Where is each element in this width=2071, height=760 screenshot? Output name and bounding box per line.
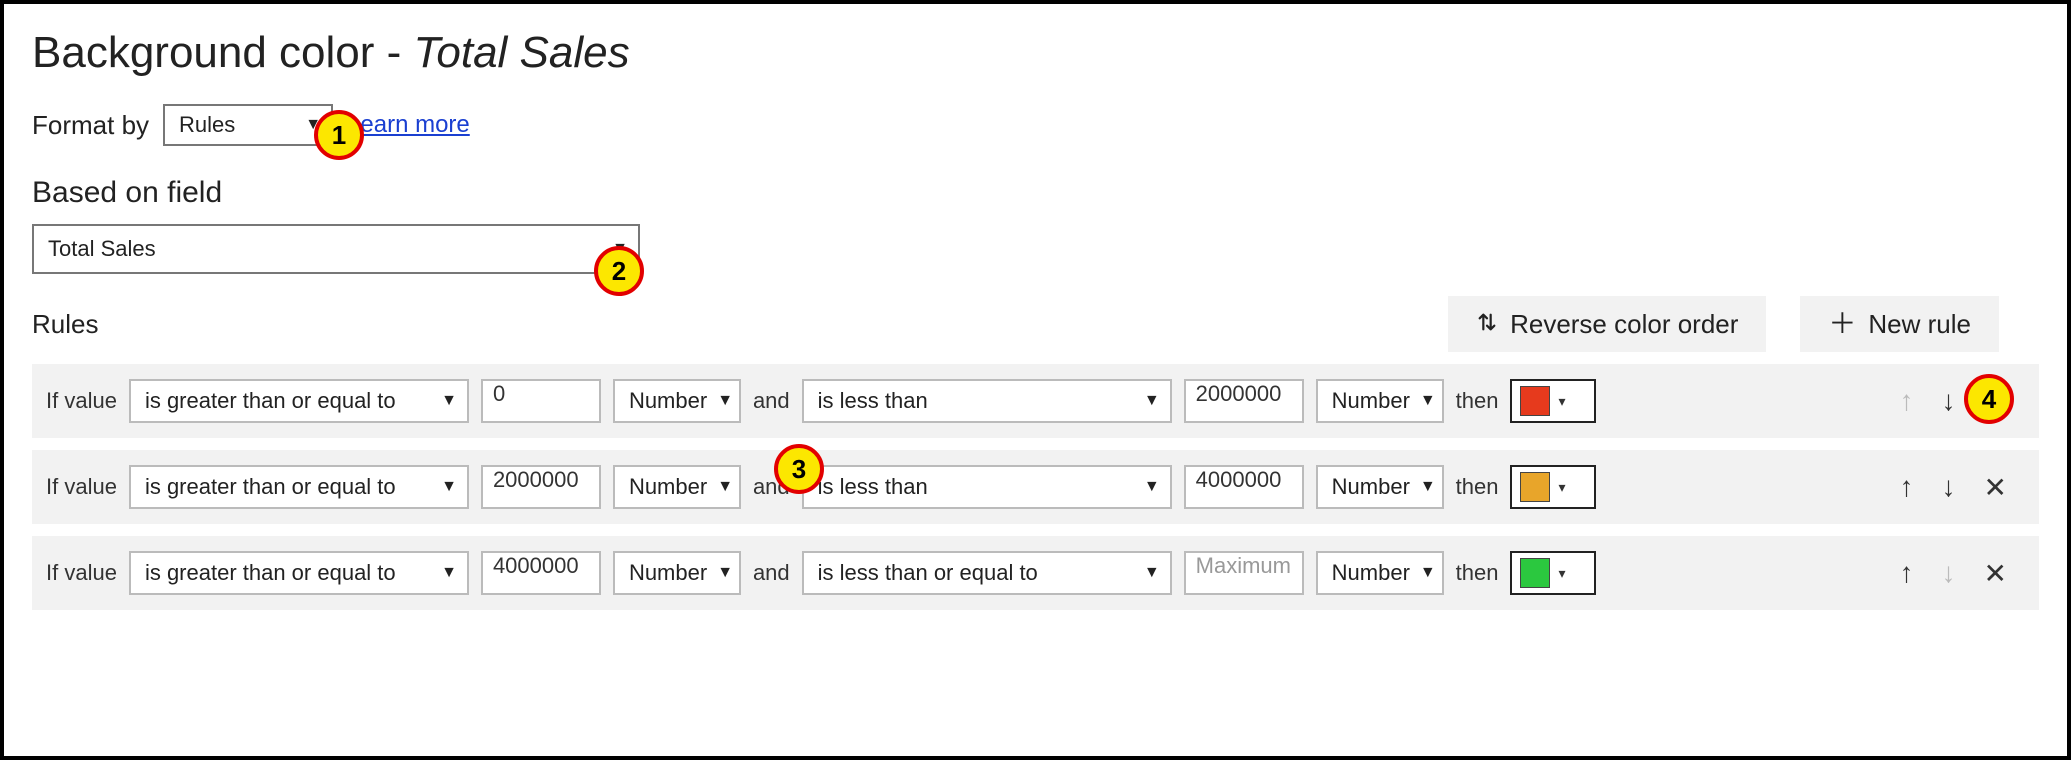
color-swatch — [1520, 472, 1550, 502]
callout-2: 2 — [594, 246, 644, 296]
page-title: Background color - Total Sales — [32, 28, 2039, 78]
based-on-field-value: Total Sales — [48, 236, 156, 262]
action-buttons: Reverse color order ＋ New rule — [1448, 296, 2039, 352]
color-picker[interactable]: ▾ — [1510, 551, 1596, 595]
type-1-select[interactable]: Number▼ — [613, 379, 741, 423]
chevron-down-icon: ▾ — [1558, 393, 1565, 410]
and-label: and — [753, 560, 790, 586]
if-value-label: If value — [46, 474, 117, 500]
chevron-down-icon: ▼ — [1420, 564, 1436, 582]
rule-row: If value is greater than or equal to▼ 0 … — [32, 364, 2039, 438]
move-up-icon: ↑ — [1900, 385, 1914, 417]
if-value-label: If value — [46, 560, 117, 586]
chevron-down-icon: ▼ — [1144, 478, 1160, 496]
based-on-field-select[interactable]: Total Sales ▼ — [32, 224, 640, 274]
if-value-label: If value — [46, 388, 117, 414]
callout-4: 4 — [1964, 374, 2014, 424]
move-down-icon[interactable]: ↓ — [1942, 471, 1956, 503]
chevron-down-icon: ▾ — [1558, 565, 1565, 582]
value-1-input[interactable]: 4000000 — [481, 551, 601, 595]
chevron-down-icon: ▼ — [717, 392, 733, 410]
format-by-label: Format by — [32, 110, 149, 141]
title-field: Total Sales — [414, 28, 630, 77]
value-1-input[interactable]: 2000000 — [481, 465, 601, 509]
then-label: then — [1456, 474, 1499, 500]
move-up-icon[interactable]: ↑ — [1900, 557, 1914, 589]
chevron-down-icon: ▼ — [1144, 392, 1160, 410]
then-label: then — [1456, 388, 1499, 414]
operator-2-select[interactable]: is less than or equal to▼ — [802, 551, 1172, 595]
type-1-select[interactable]: Number▼ — [613, 465, 741, 509]
move-down-icon[interactable]: ↓ — [1942, 385, 1956, 417]
chevron-down-icon: ▾ — [1558, 479, 1565, 496]
based-on-field-heading: Based on field — [32, 176, 2039, 210]
rules-label: Rules — [32, 309, 98, 340]
learn-more-link[interactable]: Learn more — [347, 111, 470, 139]
move-up-icon[interactable]: ↑ — [1900, 471, 1914, 503]
color-picker[interactable]: ▾ — [1510, 379, 1596, 423]
rule-actions: ↑ ↓ ✕ — [1900, 557, 2025, 590]
type-1-select[interactable]: Number▼ — [613, 551, 741, 595]
dialog-frame: Background color - Total Sales Format by… — [0, 0, 2071, 760]
close-icon[interactable]: ✕ — [1984, 471, 2007, 504]
chevron-down-icon: ▼ — [441, 392, 457, 410]
rules-container: If value is greater than or equal to▼ 0 … — [32, 364, 2039, 610]
callout-1: 1 — [314, 110, 364, 160]
operator-1-select[interactable]: is greater than or equal to▼ — [129, 551, 469, 595]
new-rule-button[interactable]: ＋ New rule — [1800, 296, 1999, 352]
rule-row: If value is greater than or equal to▼ 20… — [32, 450, 2039, 524]
rule-row: If value is greater than or equal to▼ 40… — [32, 536, 2039, 610]
color-swatch — [1520, 558, 1550, 588]
then-label: then — [1456, 560, 1499, 586]
callout-3: 3 — [774, 444, 824, 494]
move-down-icon: ↓ — [1942, 557, 1956, 589]
operator-1-select[interactable]: is greater than or equal to▼ — [129, 379, 469, 423]
value-1-input[interactable]: 0 — [481, 379, 601, 423]
plus-icon: ＋ — [1828, 310, 1856, 338]
type-2-select[interactable]: Number▼ — [1316, 379, 1444, 423]
rule-actions: ↑ ↓ ✕ — [1900, 471, 2025, 504]
chevron-down-icon: ▼ — [717, 564, 733, 582]
swap-icon — [1476, 309, 1498, 340]
operator-1-select[interactable]: is greater than or equal to▼ — [129, 465, 469, 509]
and-label: and — [753, 388, 790, 414]
chevron-down-icon: ▼ — [441, 478, 457, 496]
type-2-select[interactable]: Number▼ — [1316, 551, 1444, 595]
chevron-down-icon: ▼ — [717, 478, 733, 496]
reverse-color-order-button[interactable]: Reverse color order — [1448, 296, 1766, 352]
chevron-down-icon: ▼ — [441, 564, 457, 582]
color-picker[interactable]: ▾ — [1510, 465, 1596, 509]
value-2-input[interactable]: Maximum — [1184, 551, 1304, 595]
format-by-value: Rules — [179, 112, 235, 138]
rules-header: Rules Reverse color order ＋ New rule — [32, 296, 2039, 352]
type-2-select[interactable]: Number▼ — [1316, 465, 1444, 509]
color-swatch — [1520, 386, 1550, 416]
value-2-input[interactable]: 2000000 — [1184, 379, 1304, 423]
format-by-select[interactable]: Rules ▼ — [163, 104, 333, 146]
value-2-input[interactable]: 4000000 — [1184, 465, 1304, 509]
close-icon[interactable]: ✕ — [1984, 557, 2007, 590]
chevron-down-icon: ▼ — [1420, 392, 1436, 410]
operator-2-select[interactable]: is less than▼ — [802, 465, 1172, 509]
chevron-down-icon: ▼ — [1144, 564, 1160, 582]
operator-2-select[interactable]: is less than▼ — [802, 379, 1172, 423]
chevron-down-icon: ▼ — [1420, 478, 1436, 496]
title-prefix: Background color — [32, 28, 374, 77]
